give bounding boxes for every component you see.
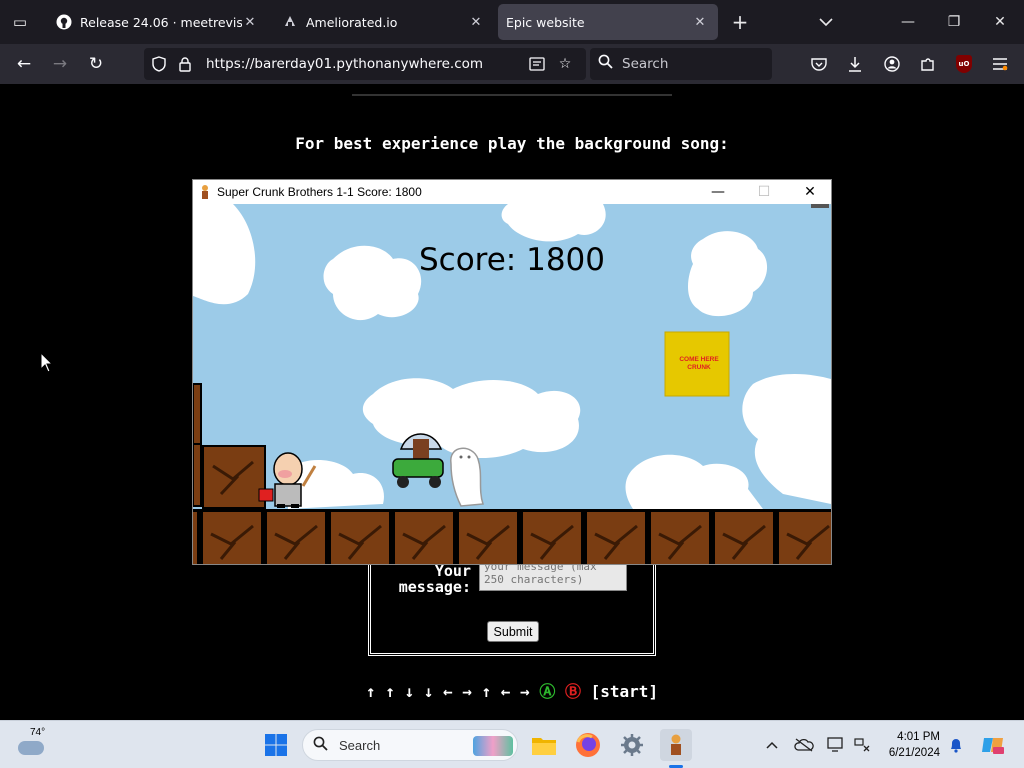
a-button-icon: Ⓐ <box>539 682 556 701</box>
onedrive-offline-icon[interactable] <box>794 735 814 755</box>
search-highlight-art <box>473 736 513 756</box>
file-explorer-icon[interactable] <box>528 729 560 761</box>
reader-view-icon[interactable] <box>528 55 546 73</box>
ublock-badge: uO <box>956 55 972 73</box>
taskbar-search-label: Search <box>339 738 381 753</box>
network-icon[interactable] <box>852 735 872 755</box>
tab-overview-icon[interactable]: ▭ <box>6 8 34 36</box>
search-bar[interactable]: Search <box>590 48 772 80</box>
url-text: https://barerday01.pythonanywhere.com <box>206 56 484 72</box>
konami-code-line: ↑ ↑ ↓ ↓ ← → ↑ ← → Ⓐ Ⓑ [start] <box>0 678 1024 702</box>
back-arrow-icon[interactable]: ← <box>10 50 38 78</box>
search-icon <box>313 736 328 755</box>
start-label[interactable]: [start] <box>591 682 658 701</box>
downloads-icon[interactable] <box>841 50 869 78</box>
windows-taskbar: 74° Search 4:01 PM 6/21/2024 <box>0 720 1024 768</box>
windows-start-icon[interactable] <box>260 729 292 761</box>
ground-brick <box>523 512 581 564</box>
ublock-origin-icon[interactable]: uO <box>950 50 978 78</box>
game-minimize-icon[interactable]: — <box>695 180 741 204</box>
clock-date: 6/21/2024 <box>888 747 940 759</box>
sign-text: COME HERE CRUNK <box>669 356 729 372</box>
tab-epic-website[interactable]: Epic website ✕ <box>498 4 718 40</box>
game-window-title: Super Crunk Brothers 1-1 Score: 1800 <box>217 185 422 199</box>
sign-line-2: CRUNK <box>687 364 711 371</box>
sign-line-1: COME HERE <box>679 356 719 363</box>
show-hidden-icons-chevron-icon[interactable] <box>762 735 782 755</box>
game-score-display: Score: 1800 <box>418 242 605 278</box>
page-top-divider <box>352 84 672 96</box>
browser-tab-bar: ▭ Release 24.06 · meetrevision/pl ✕ Amel… <box>0 0 1024 44</box>
forward-arrow-icon[interactable]: → <box>46 50 74 78</box>
weather-widget[interactable]: 74° <box>14 727 54 763</box>
ameliorated-icon <box>282 14 298 30</box>
minimize-window-icon[interactable]: — <box>888 6 928 38</box>
reload-icon[interactable]: ↻ <box>82 50 110 78</box>
ground-brick <box>395 512 453 564</box>
ground-brick <box>715 512 773 564</box>
ground-brick <box>203 512 261 564</box>
pocket-icon[interactable] <box>805 50 833 78</box>
background-song-heading: For best experience play the background … <box>295 134 729 153</box>
game-window-titlebar[interactable]: Super Crunk Brothers 1-1 Score: 1800 — ☐… <box>193 180 831 204</box>
brick-blocks <box>193 383 266 509</box>
copilot-icon[interactable] <box>980 735 1006 755</box>
message-form: Your message: Submit <box>368 554 656 656</box>
submit-button[interactable]: Submit <box>487 621 539 642</box>
bookmark-star-icon[interactable]: ☆ <box>556 55 574 73</box>
menu-hamburger-icon[interactable] <box>986 50 1014 78</box>
game-app-taskbar-icon[interactable] <box>660 729 692 761</box>
tab-ameliorated[interactable]: Ameliorated.io ✕ <box>272 4 494 40</box>
cloud-icon <box>18 741 44 755</box>
close-tab-icon[interactable]: ✕ <box>692 15 708 30</box>
ground-brick <box>459 512 517 564</box>
restore-window-icon[interactable]: ❐ <box>934 6 974 38</box>
ground-brick <box>267 512 325 564</box>
display-icon[interactable] <box>826 735 846 755</box>
game-maximize-icon[interactable]: ☐ <box>741 180 787 204</box>
extensions-puzzle-icon[interactable] <box>914 50 942 78</box>
temperature-text: 74° <box>30 727 46 738</box>
clock-time: 4:01 PM <box>897 731 940 743</box>
tracking-protection-shield-icon[interactable] <box>150 55 168 73</box>
game-close-icon[interactable]: ✕ <box>787 180 833 204</box>
lock-icon[interactable] <box>176 55 194 73</box>
game-canvas[interactable]: Score: 1800 COME HERE CRUNK <box>193 204 831 564</box>
search-placeholder: Search <box>622 56 669 72</box>
settings-gear-icon[interactable] <box>616 729 648 761</box>
tab-release-24-06[interactable]: Release 24.06 · meetrevision/pl ✕ <box>46 4 268 40</box>
close-window-icon[interactable]: ✕ <box>980 6 1020 38</box>
firefox-icon[interactable] <box>572 729 604 761</box>
notification-bell-icon[interactable] <box>946 735 966 755</box>
game-window[interactable]: Super Crunk Brothers 1-1 Score: 1800 — ☐… <box>192 179 832 565</box>
new-tab-plus-icon[interactable]: + <box>726 8 754 36</box>
ground-brick <box>193 512 197 564</box>
konami-arrows: ↑ ↑ ↓ ↓ ← → ↑ ← → <box>365 682 530 701</box>
game-app-icon <box>202 185 208 199</box>
tab-label: Epic website <box>506 14 585 30</box>
ground-brick <box>587 512 645 564</box>
ground-bricks <box>193 512 831 564</box>
close-tab-icon[interactable]: ✕ <box>468 15 484 30</box>
ground-brick <box>779 512 831 564</box>
b-button-icon: Ⓑ <box>564 682 581 701</box>
ground-brick <box>331 512 389 564</box>
taskbar-clock[interactable]: 4:01 PM 6/21/2024 <box>874 729 940 761</box>
tab-label: Ameliorated.io <box>306 14 398 30</box>
tab-label: Release 24.06 · meetrevision/pl <box>80 14 242 30</box>
url-bar[interactable]: https://barerday01.pythonanywhere.com ☆ <box>144 48 586 80</box>
github-icon <box>56 14 72 30</box>
search-icon <box>598 54 613 73</box>
list-all-tabs-chevron-icon[interactable] <box>812 8 840 36</box>
account-icon[interactable] <box>878 50 906 78</box>
taskbar-search-box[interactable]: Search <box>302 729 518 761</box>
mouse-cursor-icon <box>40 352 54 373</box>
close-tab-icon[interactable]: ✕ <box>242 15 258 30</box>
message-label: Your message: <box>398 562 471 596</box>
scene-marker <box>811 204 829 208</box>
browser-navigation-bar: ← → ↻ https://barerday01.pythonanywhere.… <box>0 44 1024 84</box>
ground-brick <box>651 512 709 564</box>
